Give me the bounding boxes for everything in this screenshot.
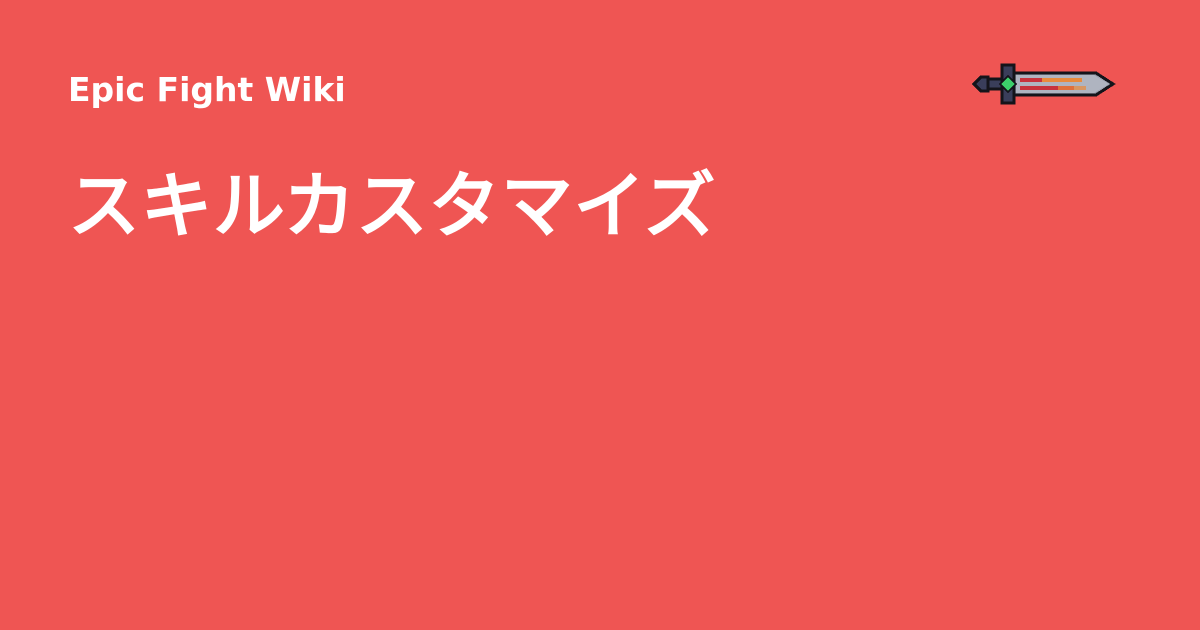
sword-icon: [970, 60, 1118, 108]
sword-stripe-bottom-light: [1058, 86, 1086, 90]
sword-blade-edge: [1016, 75, 1109, 93]
page-title: スキルカスタマイズ: [68, 164, 717, 248]
site-name: Epic Fight Wiki: [68, 70, 346, 109]
og-card: Epic Fight Wiki スキルカスタマイズ: [0, 0, 1200, 630]
sword-stripe-mid: [1042, 78, 1082, 82]
sword-pommel: [971, 75, 990, 93]
